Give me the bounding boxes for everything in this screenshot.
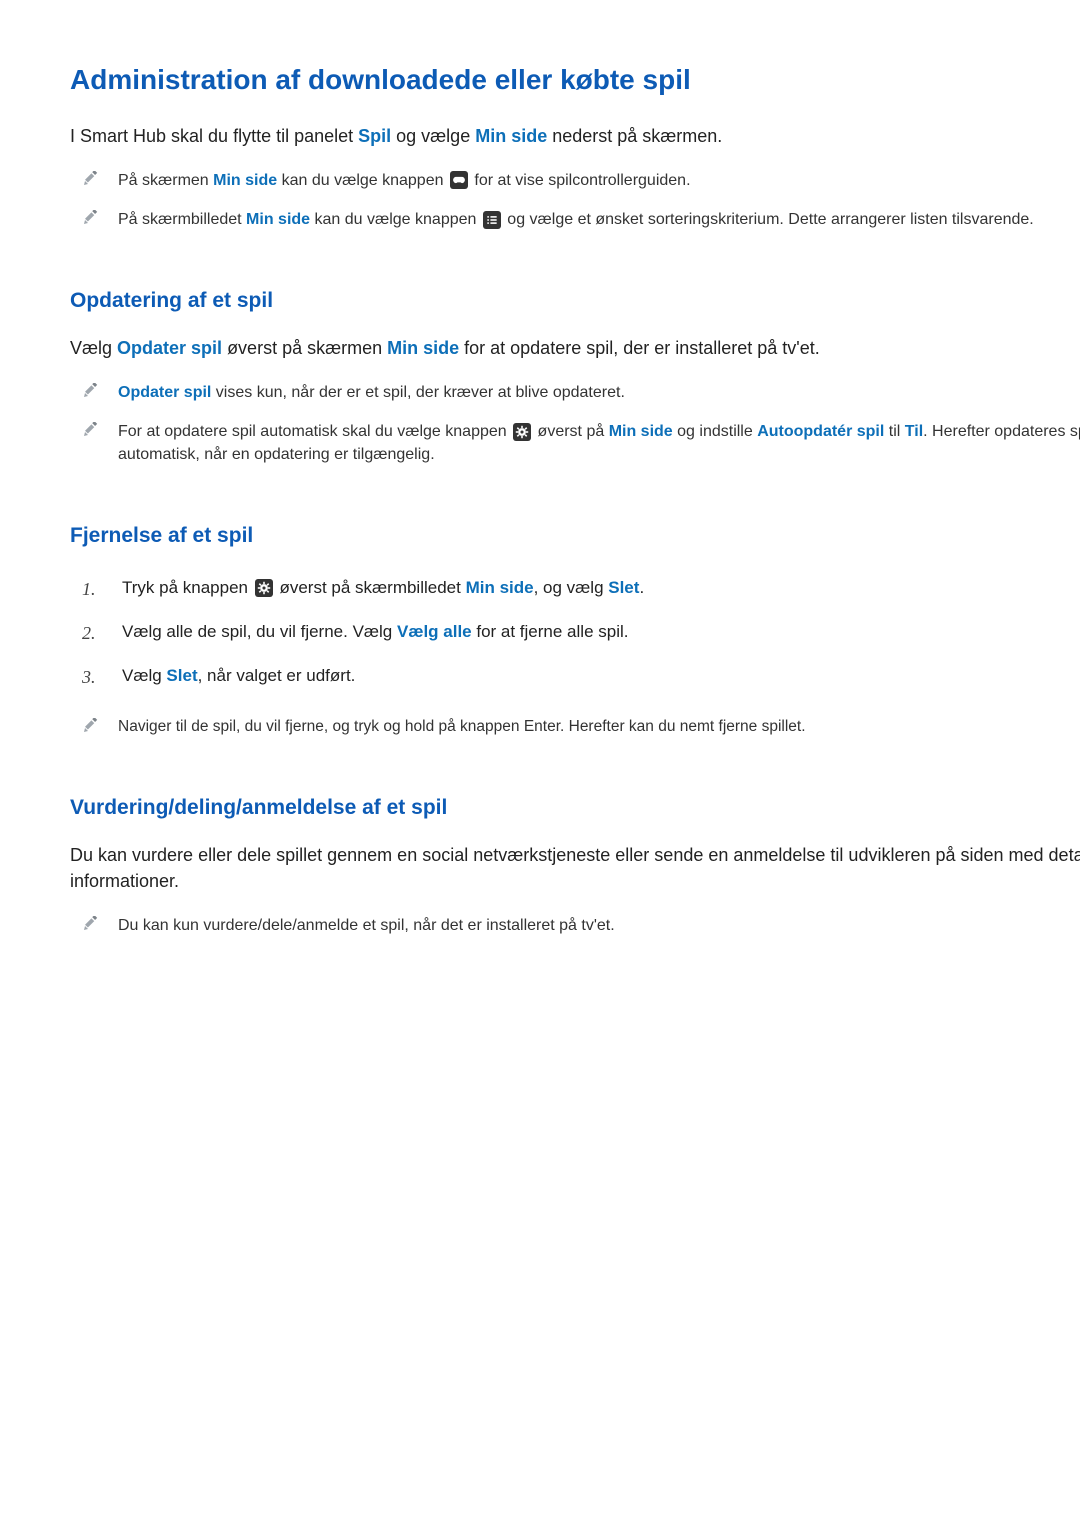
text: Vælg xyxy=(70,338,117,358)
text: øverst på skærmen xyxy=(222,338,387,358)
pencil-icon xyxy=(82,171,98,187)
step-item: Tryk på knappen øverst på skærmbilledet … xyxy=(70,570,1080,614)
text: Tryk på knappen xyxy=(122,578,253,597)
text: kan du vælge knappen xyxy=(277,172,448,189)
step-item: Vælg Slet, når valget er udført. xyxy=(70,658,1080,702)
note-text: Du kan kun vurdere/dele/anmelde et spil,… xyxy=(118,914,615,937)
emphasis-min-side: Min side xyxy=(213,172,277,189)
section-heading-remove: Fjernelse af et spil xyxy=(70,521,1080,551)
emphasis-opdater-spil: Opdater spil xyxy=(118,384,211,401)
emphasis-spil: Spil xyxy=(358,126,391,146)
emphasis-til: Til xyxy=(905,423,923,440)
note-item: Naviger til de spil, du vil fjerne, og t… xyxy=(70,710,1080,748)
step-text: Vælg alle de spil, du vil fjerne. Vælg V… xyxy=(122,620,628,645)
text: nederst på skærmen. xyxy=(547,126,722,146)
intro-paragraph: I Smart Hub skal du flytte til panelet S… xyxy=(70,123,1080,149)
pencil-icon xyxy=(82,916,98,932)
note-item: Du kan kun vurdere/dele/anmelde et spil,… xyxy=(70,908,1080,947)
text: for at vise spilcontrollerguiden. xyxy=(470,172,691,189)
section-heading-update: Opdatering af et spil xyxy=(70,286,1080,316)
section-heading-rate: Vurdering/deling/anmeldelse af et spil xyxy=(70,793,1080,823)
note-item: På skærmen Min side kan du vælge knappen… xyxy=(70,163,1080,202)
emphasis-slet: Slet xyxy=(166,666,197,685)
rate-intro: Du kan vurdere eller dele spillet gennem… xyxy=(70,842,1080,894)
text: og vælge et ønsket sorteringskriterium. … xyxy=(503,211,1034,228)
emphasis-autoopdater: Autoopdatér spil xyxy=(757,423,884,440)
step-item: Vælg alle de spil, du vil fjerne. Vælg V… xyxy=(70,614,1080,658)
emphasis-min-side: Min side xyxy=(475,126,547,146)
pencil-icon xyxy=(82,422,98,438)
text: for at fjerne alle spil. xyxy=(472,622,629,641)
pencil-icon xyxy=(82,718,98,734)
note-text: Naviger til de spil, du vil fjerne, og t… xyxy=(118,716,806,738)
remove-steps: Tryk på knappen øverst på skærmbilledet … xyxy=(70,570,1080,702)
gear-icon xyxy=(513,423,531,441)
remove-subnote-list: Naviger til de spil, du vil fjerne, og t… xyxy=(70,710,1080,748)
text: og indstille xyxy=(673,423,758,440)
note-text: For at opdatere spil automatisk skal du … xyxy=(118,420,1080,466)
text: . xyxy=(639,578,644,597)
text: På skærmen xyxy=(118,172,213,189)
list-icon xyxy=(483,211,501,229)
page-title: Administration af downloadede eller købt… xyxy=(70,60,1080,101)
text: På skærmbilledet xyxy=(118,211,246,228)
controller-icon xyxy=(450,171,468,189)
text: , og vælg xyxy=(534,578,609,597)
pencil-icon xyxy=(82,383,98,399)
text: For at opdatere spil automatisk skal du … xyxy=(118,423,511,440)
text: og vælge xyxy=(391,126,475,146)
emphasis-opdater-spil: Opdater spil xyxy=(117,338,222,358)
note-text: På skærmbilledet Min side kan du vælge k… xyxy=(118,208,1034,231)
pencil-icon xyxy=(82,210,98,226)
rate-notes: Du kan kun vurdere/dele/anmelde et spil,… xyxy=(70,908,1080,947)
emphasis-min-side: Min side xyxy=(387,338,459,358)
text: øverst på skærmbilledet xyxy=(275,578,466,597)
gear-icon xyxy=(255,579,273,597)
text: til xyxy=(884,423,904,440)
text: Vælg xyxy=(122,666,166,685)
update-notes: Opdater spil vises kun, når der er et sp… xyxy=(70,375,1080,477)
emphasis-min-side: Min side xyxy=(609,423,673,440)
text: I Smart Hub skal du flytte til panelet xyxy=(70,126,358,146)
note-item: For at opdatere spil automatisk skal du … xyxy=(70,414,1080,476)
note-text: På skærmen Min side kan du vælge knappen… xyxy=(118,169,691,192)
intro-notes: På skærmen Min side kan du vælge knappen… xyxy=(70,163,1080,241)
note-item: Opdater spil vises kun, når der er et sp… xyxy=(70,375,1080,414)
update-intro: Vælg Opdater spil øverst på skærmen Min … xyxy=(70,335,1080,361)
text: Vælg alle de spil, du vil fjerne. Vælg xyxy=(122,622,397,641)
emphasis-min-side: Min side xyxy=(246,211,310,228)
text: vises kun, når der er et spil, der kræve… xyxy=(211,384,625,401)
note-item: På skærmbilledet Min side kan du vælge k… xyxy=(70,202,1080,241)
note-text: Opdater spil vises kun, når der er et sp… xyxy=(118,381,625,404)
emphasis-slet: Slet xyxy=(608,578,639,597)
text: for at opdatere spil, der er installeret… xyxy=(459,338,820,358)
step-text: Tryk på knappen øverst på skærmbilledet … xyxy=(122,576,644,601)
emphasis-vaelg-alle: Vælg alle xyxy=(397,622,472,641)
step-text: Vælg Slet, når valget er udført. xyxy=(122,664,355,689)
text: øverst på xyxy=(533,423,609,440)
text: , når valget er udført. xyxy=(198,666,356,685)
text: kan du vælge knappen xyxy=(310,211,481,228)
emphasis-min-side: Min side xyxy=(466,578,534,597)
